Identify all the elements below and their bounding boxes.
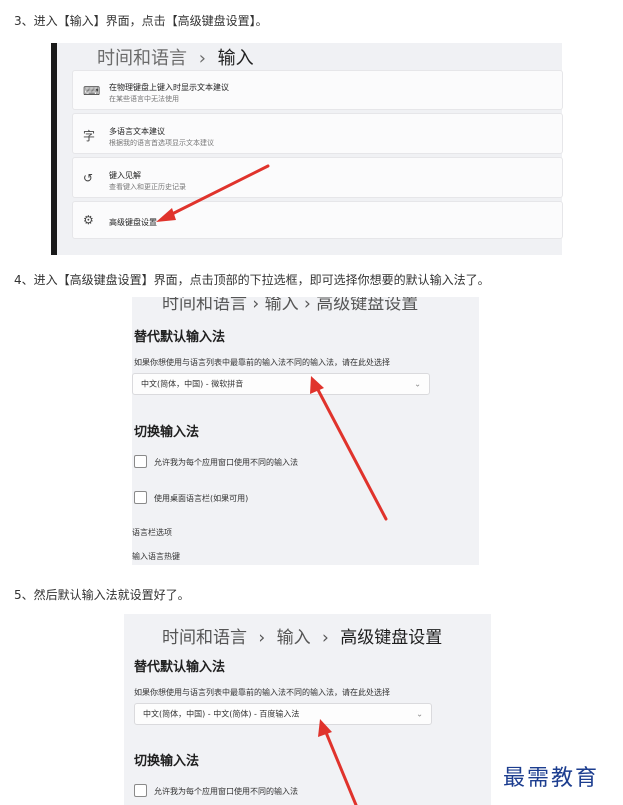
arrowhead-icon xyxy=(310,376,324,394)
arrowhead-icon xyxy=(156,208,176,222)
watermark-logo: 最需教育 xyxy=(503,766,600,791)
arrowhead-icon xyxy=(318,719,332,737)
arrow-to-dropdown-1 xyxy=(314,384,388,521)
annotation-arrows xyxy=(156,164,388,805)
arrow-to-dropdown-2 xyxy=(323,728,358,805)
arrow-to-advanced-keyboard xyxy=(162,164,270,220)
